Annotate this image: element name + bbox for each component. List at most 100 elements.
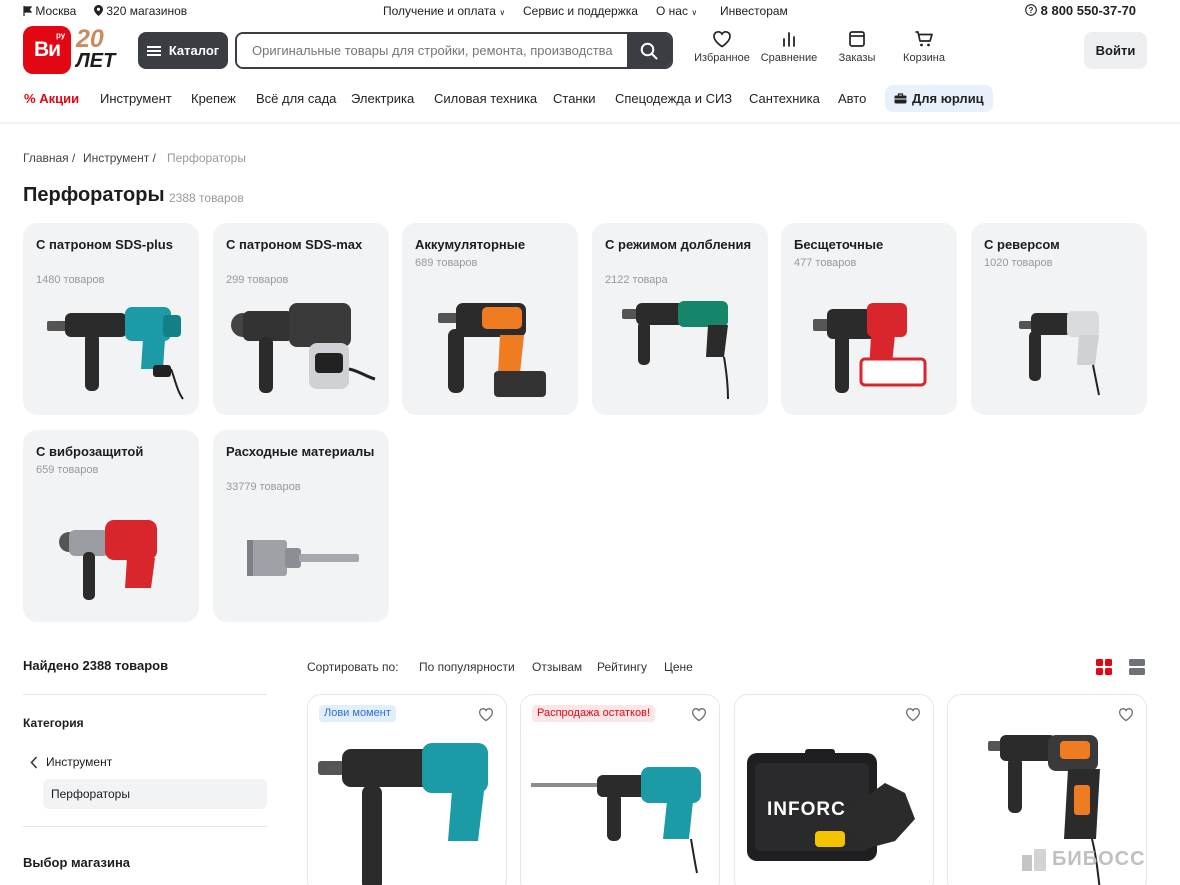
login-button[interactable]: Войти [1084, 32, 1147, 69]
toplink-investors[interactable]: Инвесторам [720, 4, 788, 18]
orders-link[interactable]: Заказы [834, 30, 880, 72]
sidebar-divider [23, 694, 267, 695]
category-title: Бесщеточные [794, 237, 884, 252]
nav-item-auto[interactable]: Авто [838, 91, 866, 106]
chevron-left-icon [30, 755, 38, 769]
site-logo[interactable]: Ви ру 20 ЛЕТ [23, 26, 119, 74]
rotary-hammer-image [1019, 311, 1100, 396]
breadcrumb-tools[interactable]: Инструмент / [83, 151, 156, 165]
toplink-service[interactable]: Сервис и поддержка [523, 4, 638, 18]
flag-icon [23, 6, 33, 16]
search-button[interactable] [627, 34, 671, 67]
compare-icon [783, 32, 795, 47]
search-input[interactable] [237, 34, 629, 67]
search-icon [640, 42, 658, 59]
nav-item-garden[interactable]: Всё для сада [256, 91, 336, 106]
category-card-sds-max[interactable]: С патроном SDS-max 299 товаров [213, 223, 389, 415]
nav-item-machines[interactable]: Станки [553, 91, 596, 106]
grid-view-icon[interactable] [1096, 659, 1112, 675]
heart-icon [713, 30, 731, 48]
orders-label: Заказы [838, 52, 876, 64]
product-card[interactable]: INFORC [734, 694, 934, 885]
phone-link[interactable]: ? 8 800 550-37-70 [1025, 3, 1136, 18]
favorite-heart-icon[interactable] [691, 707, 707, 722]
toplink-about[interactable]: О нас ∨ [656, 4, 697, 18]
category-card-consumables[interactable]: Расходные материалы 33779 товаров [213, 430, 389, 622]
product-badge: Распродажа остатков! [532, 705, 656, 722]
category-card-chiseling[interactable]: С режимом долбления 2122 товара [592, 223, 768, 415]
favorites-label: Избранное [694, 52, 750, 64]
category-card-reverse[interactable]: С реверсом 1020 товаров [971, 223, 1147, 415]
top-bar: Москва 320 магазинов Получение и оплата … [0, 0, 1180, 22]
category-card-sds-plus[interactable]: С патроном SDS-plus 1480 товаров [23, 223, 199, 415]
product-image [531, 767, 701, 874]
category-title: С патроном SDS-max [226, 237, 363, 252]
sidebar-category-heading: Категория [23, 716, 84, 730]
city-selector[interactable]: Москва [23, 4, 76, 18]
briefcase-icon [894, 93, 907, 104]
sidebar-back-label: Инструмент [46, 755, 113, 769]
search-bar [235, 32, 673, 69]
watermark-text: БИБОСС [1052, 848, 1146, 870]
category-card-anti-vibration[interactable]: С виброзащитой 659 товаров [23, 430, 199, 622]
category-count: 1020 товаров [984, 257, 1053, 269]
nav-item-sale[interactable]: % Акции [24, 91, 79, 106]
category-title: С виброзащитой [36, 444, 144, 459]
nav-item-power-equipment[interactable]: Силовая техника [434, 91, 537, 106]
rotary-hammer-image [231, 303, 376, 393]
svg-text:?: ? [1029, 6, 1034, 15]
nav-item-corporate[interactable]: Для юрлиц [885, 85, 993, 112]
category-count: 2122 товара [605, 274, 668, 286]
logo-anniversary-word: ЛЕТ [76, 50, 116, 72]
catalog-button[interactable]: Каталог [138, 32, 228, 69]
product-card[interactable]: Лови момент [307, 694, 507, 885]
sort-price[interactable]: Цене [664, 660, 693, 674]
category-count: 477 товаров [794, 257, 857, 269]
category-count: 1480 товаров [36, 274, 105, 286]
category-title: Аккумуляторные [415, 237, 526, 252]
product-card[interactable]: Распродажа остатков! [520, 694, 720, 885]
chevron-down-icon: ∨ [691, 8, 698, 17]
favorites-link[interactable]: Избранное [692, 30, 752, 72]
page-count: 2388 товаров [169, 191, 244, 205]
sort-popularity[interactable]: По популярности [419, 660, 515, 674]
category-count: 33779 товаров [226, 481, 301, 493]
city-name: Москва [35, 4, 77, 18]
chevron-down-icon: ∨ [499, 8, 506, 17]
catalog-label: Каталог [168, 43, 220, 58]
sidebar-item-active[interactable]: Перфораторы [43, 779, 267, 809]
watermark: БИБОСС [1022, 848, 1146, 871]
category-count: 689 товаров [415, 257, 478, 269]
nav-item-fasteners[interactable]: Крепеж [191, 91, 236, 106]
favorite-heart-icon[interactable] [1118, 707, 1134, 722]
rotary-hammer-image [59, 520, 157, 600]
stores-count: 320 магазинов [106, 4, 188, 18]
compare-label: Сравнение [760, 52, 818, 64]
nav-item-tools[interactable]: Инструмент [100, 91, 172, 106]
category-count: 659 товаров [36, 464, 99, 476]
nav-item-plumbing[interactable]: Сантехника [749, 91, 820, 106]
nav-item-workwear[interactable]: Спецодежда и СИЗ [615, 91, 732, 106]
sort-reviews[interactable]: Отзывам [532, 660, 582, 674]
case-brand-text: INFORC [767, 799, 846, 820]
percent-icon: % [24, 91, 36, 106]
favorite-heart-icon[interactable] [478, 707, 494, 722]
help-icon: ? [1025, 4, 1037, 16]
sort-rating[interactable]: Рейтингу [597, 660, 647, 674]
category-card-cordless[interactable]: Аккумуляторные 689 товаров [402, 223, 578, 415]
cart-link[interactable]: Корзина [898, 30, 950, 72]
favorite-heart-icon[interactable] [905, 707, 921, 722]
cart-icon [915, 31, 933, 47]
compare-link[interactable]: Сравнение [758, 30, 820, 72]
nav-item-electrics[interactable]: Электрика [351, 91, 414, 106]
sidebar-back-link[interactable]: Инструмент [30, 755, 112, 769]
main-nav: % Акции Инструмент Крепеж Всё для сада Э… [0, 84, 1180, 114]
logo-ru: ру [56, 31, 66, 40]
toplink-delivery[interactable]: Получение и оплата ∨ [383, 4, 505, 18]
category-title: С режимом долбления [605, 237, 752, 252]
list-view-icon[interactable] [1129, 659, 1145, 675]
category-title: Расходные материалы [226, 444, 375, 459]
stores-link[interactable]: 320 магазинов [94, 4, 187, 18]
category-card-brushless[interactable]: Бесщеточные 477 товаров [781, 223, 957, 415]
breadcrumb-home[interactable]: Главная / [23, 151, 75, 165]
